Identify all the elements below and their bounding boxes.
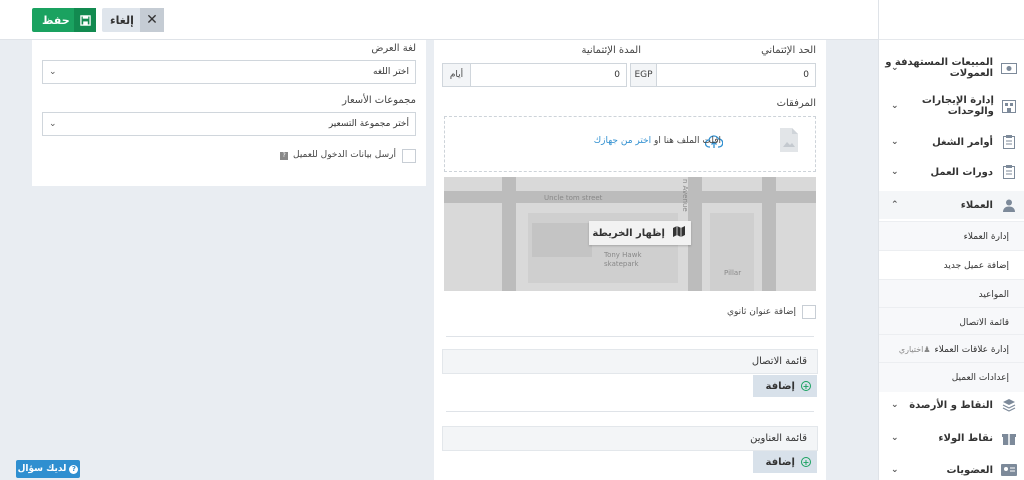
period-unit-addon: أيام bbox=[443, 64, 471, 86]
chevron-down-icon: ⌄ bbox=[891, 400, 899, 410]
cancel-label: إلغاء bbox=[110, 13, 134, 27]
sidebar-subitem-crm[interactable]: إدارة علاقات العملاء ♟اختياري bbox=[879, 334, 1024, 364]
display-language-label: لغة العرض bbox=[371, 43, 416, 54]
send-login-checkbox[interactable] bbox=[402, 149, 416, 163]
sidebar-item-workflows[interactable]: دورات العمل ⌄ bbox=[879, 158, 1024, 186]
currency-addon: EGP bbox=[631, 64, 657, 86]
sidebar-subitem-manage-clients[interactable]: إدارة العملاء bbox=[879, 221, 1024, 251]
sidebar-subitem-client-settings[interactable]: إعدادات العميل bbox=[879, 362, 1024, 392]
address-list-header: قائمة العناوين bbox=[442, 426, 818, 451]
cancel-button[interactable]: ✕ إلغاء bbox=[102, 8, 164, 32]
optional-tag: ♟اختياري bbox=[898, 345, 931, 354]
chevron-down-icon: ⌄ bbox=[891, 433, 899, 443]
clipboard-icon bbox=[1001, 134, 1017, 150]
sidebar-item-label: دورات العمل bbox=[930, 166, 993, 178]
card-icon bbox=[1001, 462, 1017, 478]
sidebar-subitem-label: إدارة علاقات العملاء bbox=[934, 344, 1009, 355]
sidebar-item-clients[interactable]: العملاء ⌃ bbox=[879, 191, 1024, 219]
credit-limit-label: الحد الإئتماني bbox=[761, 45, 816, 56]
send-login-label: أرسل بيانات الدخول للعميل ? bbox=[280, 150, 396, 160]
add-contact-button[interactable]: + إضافة bbox=[753, 375, 817, 397]
sidebar-item-memberships[interactable]: العضويات ⌄ bbox=[879, 456, 1024, 480]
sidebar-item-rentals[interactable]: إدارة الإيجارات والوحدات ⌄ bbox=[879, 88, 1024, 124]
map-place-label-2: skatepark bbox=[604, 260, 639, 268]
credit-limit-input[interactable]: EGP 0 bbox=[630, 63, 816, 87]
sidebar-item-sales-targets[interactable]: المبيعات المستهدفة و العمولات ⌄ bbox=[879, 50, 1024, 86]
file-icon bbox=[779, 127, 799, 156]
sidebar-item-work-orders[interactable]: أوامر الشغل ⌄ bbox=[879, 128, 1024, 156]
top-toolbar: حفظ ✕ إلغاء bbox=[0, 0, 878, 40]
sidebar-item-label: نقاط الولاء bbox=[938, 432, 993, 444]
sidebar: المبيعات المستهدفة و العمولات ⌄ إدارة ال… bbox=[878, 0, 1024, 480]
add-address-button[interactable]: + إضافة bbox=[753, 451, 817, 473]
display-language-select[interactable]: ⌄ اختر اللغه bbox=[42, 60, 416, 84]
map-preview[interactable]: Uncle tom street n Avenue Tony Hawk skat… bbox=[444, 177, 816, 291]
divider bbox=[446, 411, 814, 412]
layers-icon bbox=[1001, 397, 1017, 413]
sidebar-subitem-appointments[interactable]: المواعيد bbox=[879, 279, 1024, 309]
save-label: حفظ bbox=[42, 13, 70, 27]
save-icon bbox=[74, 8, 96, 32]
gift-icon bbox=[1001, 430, 1017, 446]
chevron-down-icon: ⌄ bbox=[891, 101, 899, 111]
chevron-down-icon: ⌄ bbox=[891, 137, 899, 147]
building-icon bbox=[1002, 98, 1017, 114]
add-contact-label: إضافة bbox=[765, 380, 795, 392]
sidebar-item-loyalty[interactable]: نقاط الولاء ⌄ bbox=[879, 424, 1024, 452]
contact-list-header: قائمة الاتصال bbox=[442, 349, 818, 374]
file-dropzone[interactable]: افلت الملف هنا او اختر من جهازك bbox=[444, 116, 816, 172]
settings-card: لغة العرض ⌄ اختر اللغه مجموعات الأسعار ⌄… bbox=[32, 40, 426, 186]
price-groups-value: أختر مجموعة التسعير bbox=[328, 119, 409, 129]
map-place-label-3: Pillar bbox=[724, 269, 742, 277]
sidebar-item-label: النقاط و الأرصدة bbox=[909, 399, 993, 411]
secondary-address-label: إضافة عنوان ثانوي bbox=[726, 307, 796, 317]
credit-period-label: المدة الإئتمانية bbox=[581, 45, 641, 56]
help-label: لديك سؤال bbox=[17, 464, 67, 474]
map-icon bbox=[673, 226, 685, 240]
map-place-label: Tony Hawk bbox=[604, 251, 642, 259]
chevron-down-icon: ⌄ bbox=[891, 167, 899, 177]
sidebar-item-label: العضويات bbox=[946, 464, 993, 476]
sidebar-subitem-contact-list[interactable]: قائمة الاتصال bbox=[879, 307, 1024, 337]
sidebar-item-label: أوامر الشغل bbox=[932, 136, 993, 148]
sidebar-subitem-add-client[interactable]: إضافة عميل جديد bbox=[879, 250, 1024, 280]
secondary-address-checkbox[interactable] bbox=[802, 305, 816, 319]
help-icon: ? bbox=[280, 152, 289, 160]
question-icon: ? bbox=[69, 464, 79, 474]
plus-icon: + bbox=[801, 457, 811, 467]
help-button[interactable]: ? لديك سؤال bbox=[16, 460, 80, 478]
customer-form-card: الحد الإئتماني المدة الإئتمانية EGP 0 أي… bbox=[434, 40, 826, 480]
price-groups-label: مجموعات الأسعار bbox=[342, 95, 416, 106]
map-street-label-2: n Avenue bbox=[681, 179, 689, 212]
show-map-label: إظهار الخريطة bbox=[592, 227, 665, 239]
chevron-up-icon: ⌃ bbox=[891, 200, 899, 210]
choose-file-link[interactable]: اختر من جهازك bbox=[594, 136, 651, 146]
add-address-label: إضافة bbox=[765, 456, 795, 468]
chevron-down-icon: ⌄ bbox=[49, 67, 57, 77]
credit-period-input[interactable]: أيام 0 bbox=[442, 63, 627, 87]
sidebar-header bbox=[879, 0, 1024, 40]
money-icon bbox=[1001, 60, 1017, 76]
credit-limit-value: 0 bbox=[803, 70, 809, 80]
sidebar-item-points-credits[interactable]: النقاط و الأرصدة ⌄ bbox=[879, 392, 1024, 418]
divider bbox=[446, 336, 814, 337]
credit-period-value: 0 bbox=[614, 70, 620, 80]
plus-icon: + bbox=[801, 381, 811, 391]
map-street-label: Uncle tom street bbox=[544, 194, 603, 202]
chevron-down-icon: ⌄ bbox=[49, 119, 57, 129]
clipboard-icon bbox=[1001, 164, 1017, 180]
user-icon: ♟ bbox=[923, 345, 931, 354]
attachments-label: المرفقات bbox=[776, 98, 816, 109]
user-icon bbox=[1001, 197, 1017, 213]
sidebar-item-label: العملاء bbox=[960, 199, 993, 211]
save-button[interactable]: حفظ bbox=[32, 8, 96, 32]
close-icon: ✕ bbox=[140, 8, 164, 32]
show-map-button[interactable]: إظهار الخريطة bbox=[589, 221, 691, 245]
chevron-down-icon: ⌄ bbox=[891, 465, 899, 475]
dropzone-text: افلت الملف هنا او اختر من جهازك bbox=[593, 136, 721, 146]
display-language-value: اختر اللغه bbox=[373, 67, 409, 77]
price-groups-select[interactable]: ⌄ أختر مجموعة التسعير bbox=[42, 112, 416, 136]
chevron-down-icon: ⌄ bbox=[891, 63, 899, 73]
